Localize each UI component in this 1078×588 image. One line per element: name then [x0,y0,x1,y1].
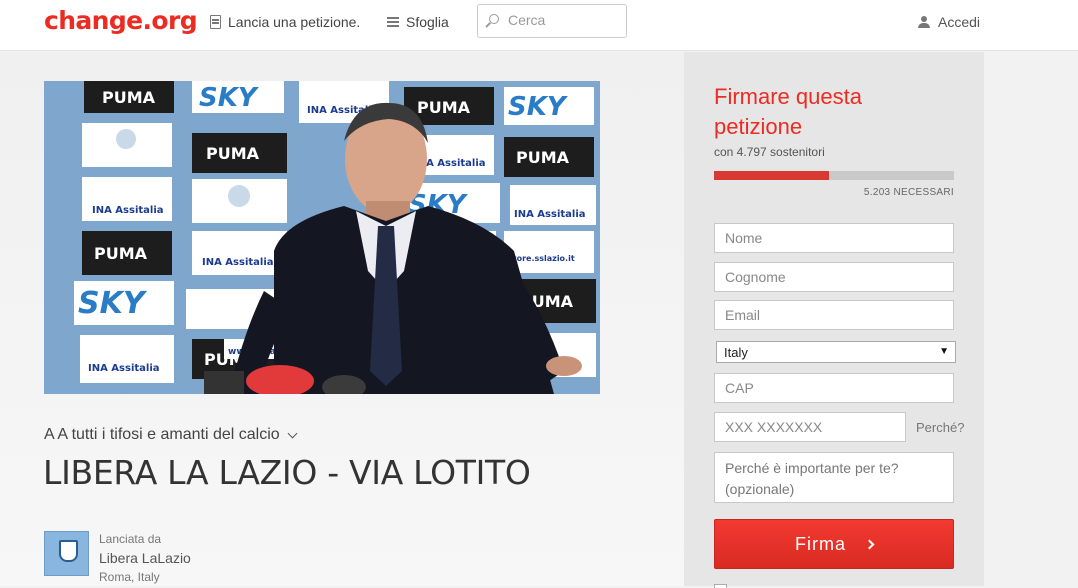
first-name-field[interactable] [714,223,954,253]
signature-progress-bar [714,171,954,180]
zip-field[interactable] [714,373,954,403]
email-field[interactable] [714,300,954,330]
sign-sidebar: Firmare questa petizione con 4.797 soste… [684,52,984,588]
change-org-logo[interactable]: change.org [44,6,198,35]
supporters-count: con 4.797 sostenitori [714,145,825,159]
sign-button[interactable]: Firma [714,519,954,569]
country-select[interactable]: Italy ▼ [716,341,956,363]
signatures-needed: 5.203 NECESSARI [863,187,954,198]
sponsor-label: store.sslazio.it [508,254,575,263]
press-conference-image: PUMA SKY INA Assitalia PUMA SKY PUMA INA… [44,81,600,394]
why-phone-link[interactable]: Perché? [916,420,964,435]
search-input[interactable] [508,12,618,28]
sponsor-label: INA Assitalia [92,205,164,216]
list-icon [387,17,399,27]
petition-target-text: A A tutti i tifosi e amanti del calcio [44,426,280,443]
search-icon [489,14,499,24]
login-link[interactable]: Accedi [918,14,980,30]
top-header: change.org Lancia una petizione. Sfoglia… [0,0,1078,51]
sign-heading: Firmare questa petizione [714,84,862,139]
dropdown-arrow-icon: ▼ [939,346,949,357]
starter-name[interactable]: Libera LaLazio [99,549,191,568]
petition-photo: PUMA SKY INA Assitalia PUMA SKY PUMA INA… [44,81,600,394]
starter-info: Lanciata da Libera LaLazio Roma, Italy [99,530,191,587]
phone-field[interactable] [714,412,906,442]
nav-browse-label: Sfoglia [406,14,449,30]
search-box[interactable] [477,4,627,38]
sponsor-label: SKY [508,92,569,122]
nav-start-petition-label: Lancia una petizione. [228,14,361,30]
petition-target[interactable]: A A tutti i tifosi e amanti del calcio [44,426,298,444]
sponsor-label: PUMA [206,144,260,163]
reason-textarea[interactable] [714,452,954,503]
starter-location: Roma, Italy [99,570,160,584]
sign-button-label: Firma [795,533,846,554]
sponsor-label: PUMA [417,98,471,117]
sponsor-label: INA Assitalia [514,209,586,220]
last-name-field[interactable] [714,262,954,292]
starter-launched-by: Lanciata da [99,532,162,546]
starter-avatar[interactable] [44,531,89,576]
country-select-value: Italy [724,345,748,360]
user-icon [918,16,930,28]
nav-start-petition[interactable]: Lancia una petizione. [210,14,360,30]
petition-title: LIBERA LA LAZIO - VIA LOTITO [43,453,531,492]
sponsor-label: SKY [78,286,148,321]
signature-progress-fill [714,171,830,180]
sponsor-label: INA Assitalia [202,257,274,268]
right-gutter [984,52,1078,586]
petition-main: PUMA SKY INA Assitalia PUMA SKY PUMA INA… [0,52,684,586]
nav-browse[interactable]: Sfoglia [387,14,449,30]
sponsor-label: SKY [199,83,260,113]
sponsor-label: PUMA [94,244,148,263]
chevron-right-icon [864,539,875,549]
public-signature-checkbox[interactable] [714,584,727,588]
sponsor-label: INA Assitalia [88,363,160,374]
login-label: Accedi [938,14,981,30]
sponsor-label: PUMA [516,148,570,167]
document-icon [210,15,221,29]
chevron-down-icon [287,428,298,438]
sponsor-label: PUMA [102,88,156,107]
